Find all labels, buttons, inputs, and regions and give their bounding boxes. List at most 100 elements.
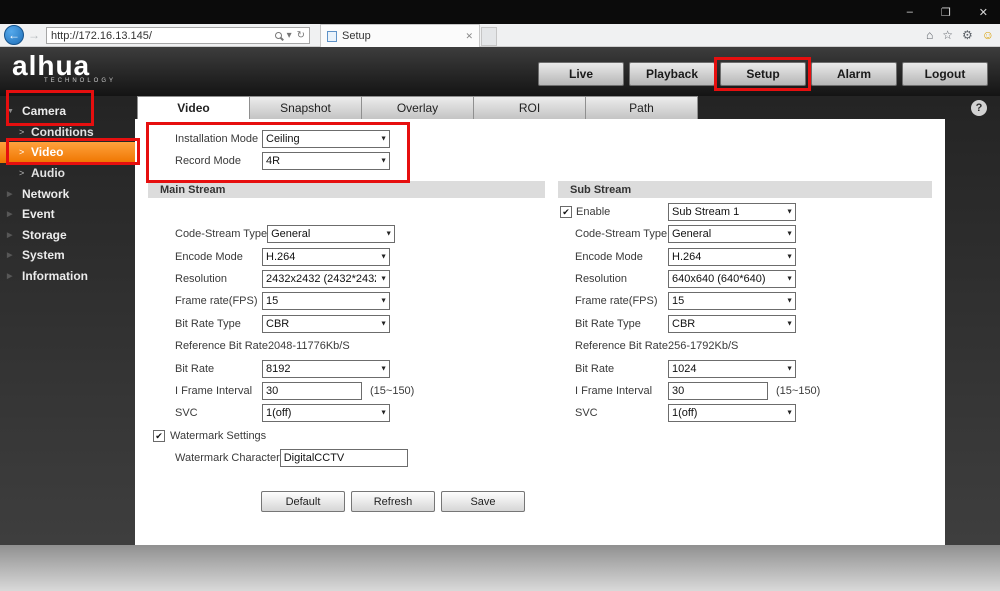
tab-close-icon[interactable]: ✕ <box>465 31 473 42</box>
nav-setup-button[interactable]: Setup <box>720 62 806 86</box>
default-button[interactable]: Default <box>261 491 345 512</box>
sidebar-item-conditions[interactable]: > Conditions <box>0 122 135 143</box>
sidebar-item-system[interactable]: ▶ System <box>0 245 135 266</box>
field-label: Frame rate(FPS) <box>575 295 658 308</box>
tab-snapshot[interactable]: Snapshot <box>249 96 362 119</box>
sidebar-item-label: Camera <box>22 104 67 119</box>
url-text[interactable]: http://172.16.13.145/ <box>51 30 275 42</box>
tab-video[interactable]: Video <box>137 96 250 119</box>
watermark-settings-checkbox[interactable]: ✔ <box>153 430 165 442</box>
panel-footer-buttons: Default Refresh Save <box>261 491 525 512</box>
field-hint: (15~150) <box>370 384 415 397</box>
back-button[interactable]: ← <box>4 25 24 45</box>
chevron-down-icon: ▼ <box>380 157 387 165</box>
form-row-svc: SVC 1(off) ▼ <box>575 402 935 424</box>
address-bar[interactable]: http://172.16.13.145/ ▾ ↻ <box>46 27 310 44</box>
sidebar-item-event[interactable]: ▶ Event <box>0 204 135 225</box>
caret-right-icon: ▶ <box>7 252 13 260</box>
installation-mode-select[interactable]: Ceiling ▼ <box>262 130 390 148</box>
watermark-character-input[interactable]: DigitalCCTV <box>279 449 408 467</box>
enable-checkbox[interactable]: ✔ <box>560 206 572 218</box>
form-row-record-mode: Record Mode 4R ▼ <box>175 150 390 172</box>
sidebar-item-label: Event <box>22 207 55 222</box>
bit-rate-type-select[interactable]: CBR ▼ <box>668 314 796 333</box>
new-tab-button[interactable] <box>481 27 497 46</box>
feedback-smiley-icon[interactable]: ☺ <box>982 28 994 42</box>
encode-mode-select[interactable]: H.264 ▼ <box>668 247 796 266</box>
sidebar-item-information[interactable]: ▶ Information <box>0 266 135 287</box>
resolution-select[interactable]: 640x640 (640*640) ▼ <box>668 269 796 288</box>
chevron-right-icon: > <box>19 126 25 137</box>
form-row-i-frame-interval: I Frame Interval 30 (15~150) <box>175 380 525 402</box>
help-icon[interactable]: ? <box>971 100 987 116</box>
field-label: Resolution <box>175 272 227 285</box>
page-footer-background <box>0 545 1000 591</box>
field-label: I Frame Interval <box>175 384 253 397</box>
chevron-down-icon: ▼ <box>380 409 387 417</box>
browser-tab[interactable]: Setup ✕ <box>320 24 480 47</box>
check-icon: ✔ <box>155 430 163 441</box>
svc-select[interactable]: 1(off) ▼ <box>262 404 390 423</box>
i-frame-interval-input[interactable]: 30 <box>262 381 362 400</box>
field-label: Encode Mode <box>575 250 643 263</box>
save-button[interactable]: Save <box>441 491 525 512</box>
restore-icon[interactable]: ❐ <box>941 6 951 19</box>
form-row-resolution: Resolution 2432x2432 (2432*2432) ▼ <box>175 268 525 290</box>
sidebar-item-network[interactable]: ▶ Network <box>0 183 135 204</box>
code-stream-type-select[interactable]: General ▼ <box>668 225 796 244</box>
sub-stream-header: Sub Stream <box>558 181 932 198</box>
i-frame-interval-input[interactable]: 30 <box>668 381 768 400</box>
minimize-icon[interactable]: – <box>907 6 913 18</box>
close-icon[interactable]: ✕ <box>979 6 988 19</box>
tab-path[interactable]: Path <box>585 96 698 119</box>
refresh-button[interactable]: Refresh <box>351 491 435 512</box>
nav-alarm-button[interactable]: Alarm <box>811 62 897 86</box>
field-hint: (15~150) <box>776 384 821 397</box>
window-controls: – ❐ ✕ <box>907 0 988 24</box>
bit-rate-select[interactable]: 1024 ▼ <box>668 359 796 378</box>
home-icon[interactable]: ⌂ <box>926 28 933 42</box>
sidebar-item-audio[interactable]: > Audio <box>0 163 135 184</box>
tab-overlay[interactable]: Overlay <box>361 96 474 119</box>
window-titlebar: – ❐ ✕ <box>0 0 1000 24</box>
tab-roi[interactable]: ROI <box>473 96 586 119</box>
encode-mode-select[interactable]: H.264 ▼ <box>262 247 390 266</box>
sidebar-item-video[interactable]: > Video <box>0 142 135 163</box>
form-row-bit-rate-type: Bit Rate Type CBR ▼ <box>575 313 935 335</box>
favorites-star-icon[interactable]: ☆ <box>942 28 953 42</box>
bit-rate-select[interactable]: 8192 ▼ <box>262 359 390 378</box>
svc-select[interactable]: 1(off) ▼ <box>668 404 796 423</box>
search-icon[interactable] <box>274 32 282 39</box>
record-mode-select[interactable]: 4R ▼ <box>262 152 390 170</box>
chevron-down-icon: ▼ <box>786 365 793 373</box>
watermark-settings-label: Watermark Settings <box>170 430 267 442</box>
bit-rate-type-select[interactable]: CBR ▼ <box>262 314 390 333</box>
chevron-down-icon: ▼ <box>380 135 387 143</box>
settings-gear-icon[interactable]: ⚙ <box>962 28 973 42</box>
forward-button[interactable]: → <box>28 28 40 42</box>
select-value: 640x640 (640*640) <box>672 272 766 285</box>
chevron-right-icon: > <box>19 147 25 158</box>
nav-logout-button[interactable]: Logout <box>902 62 988 86</box>
sub-stream-select[interactable]: Sub Stream 1 ▼ <box>668 203 796 221</box>
back-arrow-icon: ← <box>8 28 20 42</box>
reference-bit-rate-value: 2048-11776Kb/S <box>267 340 350 353</box>
select-value: H.264 <box>672 250 702 263</box>
sidebar-item-camera[interactable]: ▼ Camera <box>0 101 135 122</box>
refresh-icon[interactable]: ↻ <box>297 30 305 41</box>
nav-playback-button[interactable]: Playback <box>629 62 715 86</box>
sidebar-item-storage[interactable]: ▶ Storage <box>0 225 135 246</box>
browser-toolbar: ← → http://172.16.13.145/ ▾ ↻ Setup ✕ ⌂ … <box>0 24 1000 47</box>
nav-live-button[interactable]: Live <box>538 62 624 86</box>
frame-rate-fps-select[interactable]: 15 ▼ <box>262 292 390 311</box>
select-value: 1(off) <box>266 407 292 420</box>
check-icon: ✔ <box>562 206 570 217</box>
dropdown-icon[interactable]: ▾ <box>287 30 292 41</box>
resolution-select[interactable]: 2432x2432 (2432*2432) ▼ <box>262 269 390 288</box>
chevron-down-icon: ▼ <box>786 275 793 283</box>
code-stream-type-select[interactable]: General ▼ <box>267 225 396 244</box>
sidebar-item-label: Conditions <box>31 124 94 139</box>
frame-rate-fps-select[interactable]: 15 ▼ <box>668 292 796 311</box>
chevron-down-icon: ▼ <box>786 409 793 417</box>
field-label: Frame rate(FPS) <box>175 295 258 308</box>
